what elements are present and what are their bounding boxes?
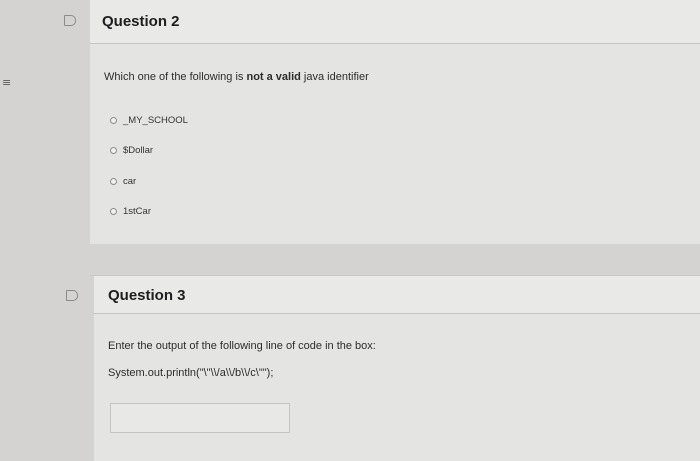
flag-icon[interactable] — [66, 290, 78, 301]
radio-button-icon[interactable] — [110, 147, 117, 154]
option-dollar[interactable]: $Dollar — [110, 145, 153, 156]
option-label: car — [123, 176, 137, 187]
option-car[interactable]: car — [110, 176, 136, 187]
radio-button-icon[interactable] — [110, 117, 117, 124]
menu-icon[interactable]: ≡ — [2, 77, 11, 88]
question-2-header — [90, 0, 700, 44]
flag-icon[interactable] — [64, 15, 76, 26]
code-line: System.out.println("\"\\/a\\/b\\/c\""); — [108, 367, 274, 379]
question-2-title: Question 2 — [102, 13, 180, 30]
question-3-body — [94, 314, 700, 461]
radio-button-icon[interactable] — [110, 178, 117, 185]
question-3-title: Question 3 — [108, 287, 186, 304]
question-2-prompt: Which one of the following is not a vali… — [104, 71, 369, 83]
radio-button-icon[interactable] — [110, 208, 117, 215]
option-1stcar[interactable]: 1stCar — [110, 206, 151, 217]
option-label: $Dollar — [123, 145, 154, 156]
question-3-prompt: Enter the output of the following line o… — [108, 340, 376, 352]
option-my-school[interactable]: _MY_SCHOOL — [110, 115, 188, 126]
option-label: _MY_SCHOOL — [123, 115, 188, 126]
answer-input[interactable] — [110, 403, 290, 433]
quiz-page: ≡ Question 2 Which one of the following … — [0, 0, 700, 461]
option-label: 1stCar — [123, 206, 151, 217]
